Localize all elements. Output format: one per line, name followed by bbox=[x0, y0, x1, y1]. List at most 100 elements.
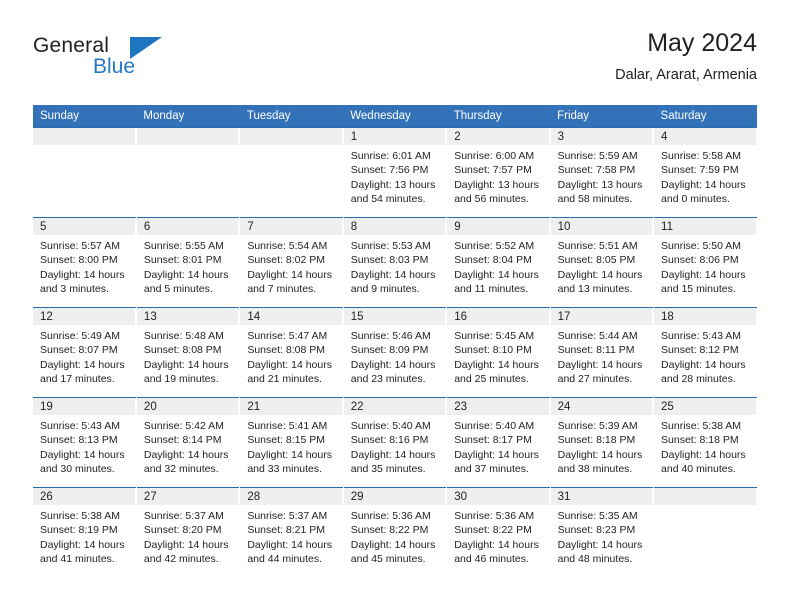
calendar-day-cell[interactable]: 14 Sunrise: 5:47 AM Sunset: 8:08 PM Dayligh… bbox=[239, 307, 344, 398]
sunset-time: Sunset: 8:16 PM bbox=[350, 434, 429, 447]
sunrise-time: Sunrise: 5:58 AM bbox=[661, 150, 741, 162]
day-details: Sunrise: 5:38 AM Sunset: 8:19 PM Daylight:… bbox=[33, 505, 136, 567]
daylight-duration-line2: and 30 minutes. bbox=[40, 463, 115, 476]
calendar-day-cell[interactable]: 5 Sunrise: 5:57 AM Sunset: 8:00 PM Daylight… bbox=[33, 217, 137, 308]
calendar-day-cell[interactable]: 4 Sunrise: 5:58 AM Sunset: 7:59 PM Daylight… bbox=[653, 127, 757, 218]
sunset-time: Sunset: 8:22 PM bbox=[350, 524, 429, 537]
calendar-day-cell[interactable]: 12 Sunrise: 5:49 AM Sunset: 8:07 PM Dayligh… bbox=[33, 307, 137, 398]
daylight-duration-line2: and 17 minutes. bbox=[40, 373, 115, 386]
sunrise-time: Sunrise: 5:38 AM bbox=[40, 510, 120, 522]
calendar-day-cell[interactable]: 21 Sunrise: 5:41 AM Sunset: 8:15 PM Dayligh… bbox=[239, 397, 344, 488]
calendar-day-cell[interactable]: 25 Sunrise: 5:38 AM Sunset: 8:18 PM Dayligh… bbox=[653, 397, 757, 488]
calendar-day-cell[interactable]: 13 Sunrise: 5:48 AM Sunset: 8:08 PM Dayligh… bbox=[135, 307, 240, 398]
daylight-duration-line2: and 48 minutes. bbox=[557, 553, 633, 566]
day-number bbox=[240, 128, 343, 145]
sunrise-time: Sunrise: 5:57 AM bbox=[40, 240, 120, 252]
daylight-duration-line1: Daylight: 14 hours bbox=[143, 358, 229, 371]
daylight-duration-line1: Daylight: 14 hours bbox=[350, 358, 436, 371]
day-number: 1 bbox=[343, 128, 447, 145]
calendar-day-cell[interactable]: 27 Sunrise: 5:37 AM Sunset: 8:20 PM Dayligh… bbox=[135, 487, 240, 578]
sunrise-time: Sunrise: 5:48 AM bbox=[143, 330, 224, 342]
calendar-day-cell[interactable]: 6 Sunrise: 5:55 AM Sunset: 8:01 PM Daylight… bbox=[135, 217, 240, 308]
logo-text-blue: Blue bbox=[93, 55, 136, 78]
daylight-duration-line1: Daylight: 14 hours bbox=[454, 358, 539, 371]
sunrise-time: Sunrise: 5:36 AM bbox=[350, 510, 431, 522]
calendar-day-cell[interactable]: 31 Sunrise: 5:35 AM Sunset: 8:23 PM Dayligh… bbox=[549, 487, 654, 578]
daylight-duration-line2: and 9 minutes. bbox=[350, 283, 420, 296]
calendar-day-cell[interactable]: 3 Sunrise: 5:59 AM Sunset: 7:58 PM Daylight… bbox=[549, 127, 654, 218]
day-details: Sunrise: 5:54 AM Sunset: 8:02 PM Daylight:… bbox=[240, 235, 342, 297]
day-number: 7 bbox=[240, 218, 343, 235]
calendar-day-cell[interactable]: 19 Sunrise: 5:43 AM Sunset: 8:13 PM Dayligh… bbox=[33, 397, 137, 488]
weekday-header-friday: Friday bbox=[550, 105, 654, 128]
day-number: 3 bbox=[550, 128, 654, 145]
daylight-duration-line2: and 7 minutes. bbox=[247, 283, 317, 296]
sunrise-time: Sunrise: 5:41 AM bbox=[247, 420, 328, 432]
daylight-duration-line1: Daylight: 14 hours bbox=[143, 268, 229, 281]
calendar-day-cell[interactable]: 8 Sunrise: 5:53 AM Sunset: 8:03 PM Daylight… bbox=[342, 217, 447, 308]
calendar-day-cell[interactable]: 17 Sunrise: 5:44 AM Sunset: 8:11 PM Dayligh… bbox=[549, 307, 654, 398]
calendar-week-row: 5 Sunrise: 5:57 AM Sunset: 8:00 PM Daylight… bbox=[33, 217, 757, 308]
calendar-day-cell[interactable]: 16 Sunrise: 5:45 AM Sunset: 8:10 PM Dayligh… bbox=[446, 307, 551, 398]
sunset-time: Sunset: 8:05 PM bbox=[557, 254, 636, 267]
daylight-duration-line1: Daylight: 13 hours bbox=[454, 178, 539, 191]
daylight-duration-line1: Daylight: 14 hours bbox=[350, 448, 436, 461]
day-number: 10 bbox=[550, 218, 654, 235]
calendar-day-cell[interactable]: 9 Sunrise: 5:52 AM Sunset: 8:04 PM Daylight… bbox=[446, 217, 551, 308]
sunrise-time: Sunrise: 5:35 AM bbox=[557, 510, 638, 522]
general-blue-logo[interactable]: General Blue bbox=[33, 34, 213, 90]
daylight-duration-line1: Daylight: 13 hours bbox=[350, 178, 436, 191]
calendar-day-cell[interactable]: 7 Sunrise: 5:54 AM Sunset: 8:02 PM Daylight… bbox=[239, 217, 344, 308]
calendar-day-cell[interactable]: 11 Sunrise: 5:50 AM Sunset: 8:06 PM Dayligh… bbox=[653, 217, 757, 308]
calendar-week-row: 12 Sunrise: 5:49 AM Sunset: 8:07 PM Dayligh… bbox=[33, 307, 757, 398]
day-details: Sunrise: 5:36 AM Sunset: 8:22 PM Daylight:… bbox=[344, 505, 446, 567]
sunset-time: Sunset: 8:02 PM bbox=[247, 254, 325, 267]
sunset-time: Sunset: 8:06 PM bbox=[661, 254, 739, 267]
sunset-time: Sunset: 8:04 PM bbox=[454, 254, 532, 267]
sunrise-time: Sunrise: 5:38 AM bbox=[661, 420, 741, 432]
day-number: 19 bbox=[33, 398, 136, 415]
calendar-day-cell[interactable]: 23 Sunrise: 5:40 AM Sunset: 8:17 PM Dayligh… bbox=[446, 397, 551, 488]
daylight-duration-line1: Daylight: 14 hours bbox=[454, 538, 539, 551]
day-details: Sunrise: 5:52 AM Sunset: 8:04 PM Daylight:… bbox=[447, 235, 549, 297]
calendar-day-cell[interactable]: 22 Sunrise: 5:40 AM Sunset: 8:16 PM Dayligh… bbox=[342, 397, 447, 488]
daylight-duration-line1: Daylight: 14 hours bbox=[247, 358, 332, 371]
day-number: 5 bbox=[33, 218, 136, 235]
daylight-duration-line1: Daylight: 14 hours bbox=[557, 358, 643, 371]
daylight-duration-line2: and 27 minutes. bbox=[557, 373, 633, 386]
calendar-week-row: 1 Sunrise: 6:01 AM Sunset: 7:56 PM Daylight… bbox=[33, 127, 757, 218]
daylight-duration-line2: and 45 minutes. bbox=[350, 553, 426, 566]
calendar-day-cell[interactable]: 28 Sunrise: 5:37 AM Sunset: 8:21 PM Dayligh… bbox=[239, 487, 344, 578]
day-details: Sunrise: 5:49 AM Sunset: 8:07 PM Daylight:… bbox=[33, 325, 136, 387]
day-details: Sunrise: 5:51 AM Sunset: 8:05 PM Daylight:… bbox=[551, 235, 653, 297]
calendar-day-cell[interactable]: 30 Sunrise: 5:36 AM Sunset: 8:22 PM Dayligh… bbox=[446, 487, 551, 578]
calendar-day-cell[interactable]: 1 Sunrise: 6:01 AM Sunset: 7:56 PM Daylight… bbox=[342, 127, 447, 218]
day-number: 15 bbox=[343, 308, 447, 325]
calendar-day-cell[interactable]: 26 Sunrise: 5:38 AM Sunset: 8:19 PM Dayligh… bbox=[33, 487, 137, 578]
sunrise-time: Sunrise: 5:53 AM bbox=[350, 240, 431, 252]
day-details: Sunrise: 5:55 AM Sunset: 8:01 PM Daylight:… bbox=[137, 235, 239, 297]
daylight-duration-line2: and 56 minutes. bbox=[454, 193, 529, 206]
sunrise-time: Sunrise: 6:01 AM bbox=[350, 150, 431, 162]
calendar-day-cell[interactable]: 10 Sunrise: 5:51 AM Sunset: 8:05 PM Dayligh… bbox=[549, 217, 654, 308]
calendar-page: General Blue May 2024 Dalar, Ararat, Arm… bbox=[0, 0, 792, 612]
calendar-day-cell[interactable]: 15 Sunrise: 5:46 AM Sunset: 8:09 PM Dayligh… bbox=[342, 307, 447, 398]
sunset-time: Sunset: 8:09 PM bbox=[350, 344, 429, 357]
day-number: 23 bbox=[447, 398, 550, 415]
daylight-duration-line2: and 13 minutes. bbox=[557, 283, 633, 296]
weekday-header-sunday: Sunday bbox=[33, 105, 137, 128]
sunrise-time: Sunrise: 5:49 AM bbox=[40, 330, 120, 342]
calendar-day-cell[interactable]: 29 Sunrise: 5:36 AM Sunset: 8:22 PM Dayligh… bbox=[342, 487, 447, 578]
page-title: May 2024 bbox=[647, 29, 757, 57]
daylight-duration-line1: Daylight: 14 hours bbox=[40, 268, 125, 281]
weekday-header-saturday: Saturday bbox=[653, 105, 757, 128]
calendar-day-cell[interactable]: 2 Sunrise: 6:00 AM Sunset: 7:57 PM Daylight… bbox=[446, 127, 551, 218]
day-details: Sunrise: 5:37 AM Sunset: 8:21 PM Daylight:… bbox=[240, 505, 342, 567]
sunset-time: Sunset: 8:19 PM bbox=[40, 524, 118, 537]
calendar-day-cell[interactable]: 20 Sunrise: 5:42 AM Sunset: 8:14 PM Dayligh… bbox=[135, 397, 240, 488]
day-number: 14 bbox=[240, 308, 343, 325]
calendar-day-cell[interactable]: 24 Sunrise: 5:39 AM Sunset: 8:18 PM Dayligh… bbox=[549, 397, 654, 488]
calendar-day-cell[interactable]: 18 Sunrise: 5:43 AM Sunset: 8:12 PM Dayligh… bbox=[653, 307, 757, 398]
calendar-day-cell-empty bbox=[33, 127, 137, 218]
sunrise-time: Sunrise: 5:42 AM bbox=[143, 420, 224, 432]
